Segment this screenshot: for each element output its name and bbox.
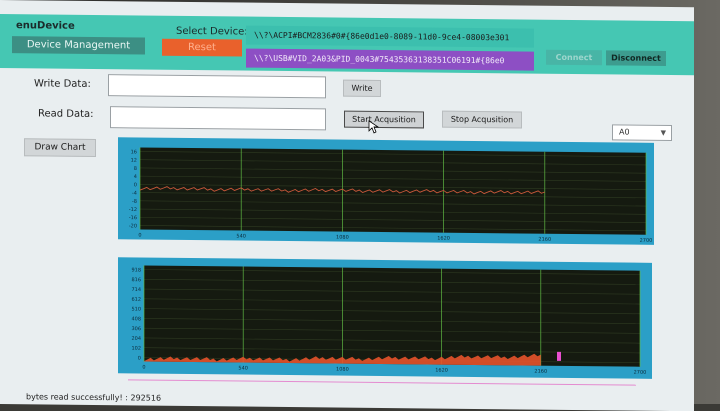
chevron-down-icon: ▼ <box>660 128 666 137</box>
monitor-bezel: enuDevice Device Management Select Devic… <box>0 0 720 411</box>
write-button[interactable]: Write <box>343 79 381 97</box>
start-acquisition-button[interactable]: Start Acqusition <box>344 110 424 129</box>
signal-chart-svg: 1612840-4-8-12-16-200 540 1080 1620 2160 2700 <box>129 147 653 244</box>
y-tick-label: 918 <box>131 267 141 273</box>
write-data-input[interactable] <box>108 74 326 99</box>
write-data-label: Write Data: <box>34 78 91 90</box>
read-data-input[interactable] <box>110 106 326 131</box>
x-tick-label: 2700 <box>634 370 647 376</box>
y-tick-label: 306 <box>131 326 141 332</box>
status-text: bytes read successfully! : 292516 <box>26 392 162 403</box>
x-tick-label: 2160 <box>534 369 547 375</box>
read-data-label: Read Data: <box>38 108 94 120</box>
y-tick-label: 408 <box>131 316 141 322</box>
x-tick-label: 1080 <box>336 367 349 373</box>
device-list[interactable]: \\?\ACPI#BCM2836#0#{86e0d1e0-8089-11d0-9… <box>246 25 534 73</box>
device-list-item[interactable]: \\?\ACPI#BCM2836#0#{86e0d1e0-8089-11d0-9… <box>246 25 534 48</box>
x-tick-label: 540 <box>238 365 248 371</box>
mouse-cursor-icon <box>368 120 380 134</box>
x-tick-label: 1620 <box>435 368 448 374</box>
y-tick-label: 612 <box>131 297 141 303</box>
signal-chart: 16 12 8 4 0 -4 -8 -12 -16 -20 0 540 1080 1620 2160 2700 <box>118 137 654 245</box>
y-tick-label: 204 <box>131 336 141 342</box>
y-tick-label: 102 <box>131 346 141 352</box>
x-tick-label: 2700 <box>640 238 653 244</box>
slider-track[interactable] <box>128 379 636 386</box>
x-tick-label: 2160 <box>538 237 551 243</box>
app-window: enuDevice Device Management Select Devic… <box>0 0 694 411</box>
channel-select[interactable]: A0 ▼ <box>612 124 672 142</box>
x-tick-label: 0 <box>142 364 145 370</box>
y-tick-label: -20 <box>129 223 137 229</box>
y-tick-label: -8 <box>132 199 137 205</box>
stop-acquisition-button[interactable]: Stop Acqusition <box>442 110 522 129</box>
reset-button[interactable]: Reset <box>162 38 242 57</box>
x-tick-label: 1620 <box>437 236 450 242</box>
y-tick-label: 4 <box>134 174 137 180</box>
y-tick-label: 0 <box>138 355 141 361</box>
plot-area <box>144 265 640 367</box>
x-tick-label: 1080 <box>336 235 349 241</box>
y-tick-label: -16 <box>129 215 137 221</box>
x-tick-label: 0 <box>138 232 141 238</box>
select-device-label: Select Device: <box>176 25 248 38</box>
y-tick-label: 816 <box>131 277 141 283</box>
y-tick-label: 12 <box>131 158 137 164</box>
y-tick-label: 8 <box>134 166 137 172</box>
spectrum-chart: 918 816 714 612 510 408 306 204 102 0 0 540 1080 1620… <box>118 257 652 379</box>
slider-thumb[interactable] <box>557 351 561 361</box>
app-title: enuDevice <box>16 20 75 32</box>
device-list-item-selected[interactable]: \\?\USB#VID_2A03&PID_0043#75435363138351… <box>246 48 534 71</box>
y-tick-label: 0 <box>134 182 137 188</box>
channel-select-value: A0 <box>619 127 630 137</box>
x-tick-label: 540 <box>236 233 246 239</box>
y-tick-label: 16 <box>131 149 137 155</box>
y-tick-label: -4 <box>132 190 137 196</box>
y-tick-label: 714 <box>131 287 141 293</box>
y-tick-label: -12 <box>129 207 137 213</box>
spectrum-chart-svg: 918 816 714 612 510 408 306 204 102 00 540 1080 1620… <box>131 265 647 376</box>
device-management-button[interactable]: Device Management <box>12 36 145 55</box>
connect-button[interactable]: Connect <box>546 49 602 66</box>
disconnect-button[interactable]: Disconnect <box>606 50 666 66</box>
draw-chart-button[interactable]: Draw Chart <box>24 138 96 158</box>
y-tick-label: 510 <box>131 306 141 312</box>
